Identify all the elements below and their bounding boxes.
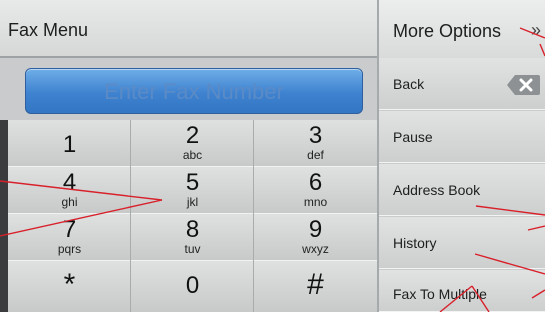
key-star[interactable]: *	[8, 261, 131, 312]
key-letters: mno	[303, 195, 328, 209]
key-letters: wxyz	[302, 242, 329, 256]
divider	[130, 120, 131, 312]
history-button[interactable]: History	[379, 217, 545, 269]
key-letters: tuv	[184, 242, 201, 256]
key-digit: 5	[185, 169, 200, 196]
key-5[interactable]: 5 jkl	[131, 167, 254, 213]
key-7[interactable]: 7 pqrs	[8, 214, 131, 260]
key-0[interactable]: 0	[131, 261, 254, 312]
header-bar: Fax Menu More Options »	[0, 0, 545, 58]
key-hash[interactable]: #	[254, 261, 377, 312]
page-title: Fax Menu	[8, 20, 89, 40]
key-digit: *	[63, 268, 76, 301]
key-3[interactable]: 3 def	[254, 120, 377, 166]
address-book-label: Address Book	[393, 182, 481, 198]
backspace-icon	[507, 75, 540, 95]
key-9[interactable]: 9 wxyz	[254, 214, 377, 260]
fax-number-placeholder: Enter Fax Number	[104, 79, 284, 104]
divider	[253, 120, 254, 312]
more-options-icon: »	[531, 20, 542, 40]
divider	[8, 213, 377, 214]
key-digit: 3	[308, 122, 323, 149]
key-digit: 1	[62, 131, 77, 158]
pause-button[interactable]: Pause	[379, 111, 545, 163]
fax-number-input[interactable]: Enter Fax Number	[25, 68, 363, 114]
key-digit: 4	[62, 169, 77, 196]
key-letters: def	[307, 148, 324, 162]
key-8[interactable]: 8 tuv	[131, 214, 254, 260]
divider	[8, 166, 377, 167]
more-options-label: More Options	[393, 21, 502, 41]
keypad: 1 2 abc 3 def 4 ghi 5 jkl 6 mno 7 pqrs 8	[0, 120, 377, 312]
side-menu: Back Pause Address Book History Fax To M…	[377, 58, 545, 312]
fax-to-multiple-label: Fax To Multiple	[393, 286, 487, 302]
key-letters: pqrs	[57, 242, 82, 256]
key-digit: 8	[185, 216, 200, 243]
key-digit: 2	[185, 122, 200, 149]
key-2[interactable]: 2 abc	[131, 120, 254, 166]
back-button[interactable]: Back	[379, 58, 545, 110]
key-1[interactable]: 1	[8, 120, 131, 166]
fax-to-multiple-button[interactable]: Fax To Multiple	[379, 270, 545, 312]
key-6[interactable]: 6 mno	[254, 167, 377, 213]
key-digit: #	[307, 268, 324, 301]
key-digit: 6	[308, 169, 323, 196]
back-label: Back	[393, 76, 425, 92]
address-book-button[interactable]: Address Book	[379, 164, 545, 216]
key-digit: 9	[308, 216, 323, 243]
history-label: History	[393, 235, 437, 251]
key-letters: jkl	[186, 195, 199, 209]
key-letters: abc	[182, 148, 203, 162]
divider	[8, 260, 377, 261]
more-options-button[interactable]: More Options »	[377, 0, 545, 58]
fax-screen: Fax Menu More Options » Enter Fax Number…	[0, 0, 545, 312]
pause-label: Pause	[393, 129, 433, 145]
key-digit: 0	[185, 272, 200, 299]
key-letters: ghi	[61, 195, 78, 209]
key-digit: 7	[62, 216, 77, 243]
key-4[interactable]: 4 ghi	[8, 167, 131, 213]
